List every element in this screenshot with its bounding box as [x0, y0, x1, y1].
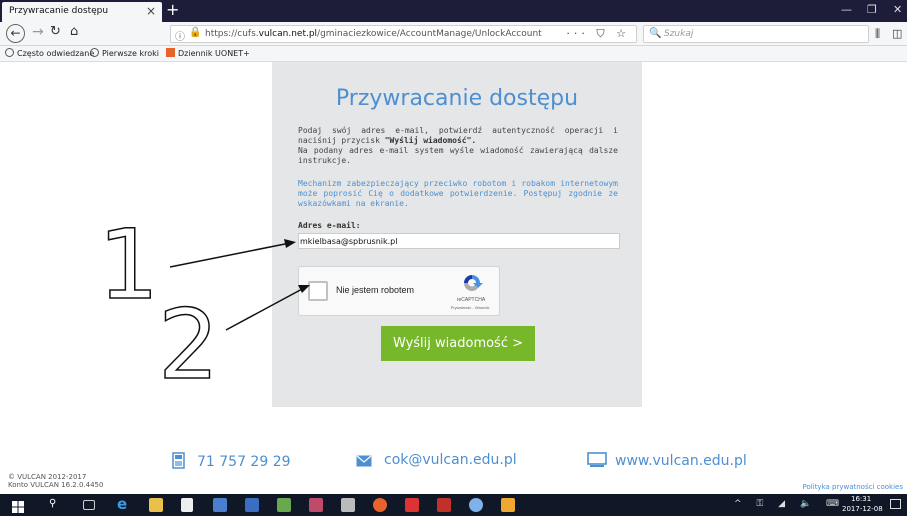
- recaptcha-widget: Nie jestem robotem reCAPTCHA Prywatność …: [298, 266, 500, 316]
- recaptcha-brand: reCAPTCHA: [456, 297, 486, 303]
- browser-tab-bar: Przywracanie dostępu × + — ❐ ✕: [0, 0, 907, 22]
- sidebar-icon[interactable]: ◫: [892, 27, 902, 40]
- forward-icon[interactable]: →: [32, 24, 44, 40]
- uonet-icon: [166, 48, 175, 57]
- envelope-icon: [356, 455, 372, 467]
- app-icon-6[interactable]: [469, 498, 483, 512]
- back-icon[interactable]: ←: [6, 24, 25, 43]
- intro-text: Podaj swój adres e-mail, potwierdź auten…: [298, 126, 618, 165]
- search-input[interactable]: 🔍 Szukaj: [643, 25, 869, 43]
- info-icon[interactable]: ⓘ: [175, 28, 185, 43]
- search-placeholder: Szukaj: [664, 29, 694, 39]
- unlock-account-panel: Przywracanie dostępu Podaj swój adres e-…: [272, 62, 642, 407]
- app-icon-3[interactable]: [277, 498, 291, 512]
- calculator-icon[interactable]: [341, 498, 355, 512]
- close-window-icon[interactable]: ✕: [893, 3, 902, 16]
- firefox-taskbar-icon[interactable]: [373, 498, 387, 512]
- search-icon: 🔍: [649, 28, 662, 39]
- page-title: Przywracanie dostępu: [335, 86, 579, 111]
- bookmark-pierwsze-kroki[interactable]: Pierwsze kroki: [90, 48, 159, 58]
- phone-contact: 71 757 29 29: [172, 452, 291, 470]
- lock-icon: 🔒: [189, 27, 202, 38]
- annotation-number-1: 1: [98, 209, 159, 321]
- tab-title: Przywracanie dostępu: [9, 6, 109, 16]
- annotation-number-2: 2: [158, 289, 219, 401]
- captcha-note: Mechanizm zabezpieczający przeciwko robo…: [298, 179, 618, 208]
- phone-icon: [172, 452, 185, 469]
- email-label: Adres e-mail:: [298, 221, 361, 230]
- clock-time[interactable]: 16:31: [851, 495, 871, 503]
- browser-nav-bar: ← → ↻ ⌂ ⓘ 🔒 https://cufs.vulcan.net.pl/g…: [0, 22, 907, 46]
- clock-date[interactable]: 2017-12-08: [842, 505, 883, 513]
- privacy-cookies-link[interactable]: Polityka prywatności cookies: [803, 483, 903, 491]
- bookmark-dziennik-uonet[interactable]: Dziennik UONET+: [166, 48, 250, 58]
- app-icon-1[interactable]: [213, 498, 227, 512]
- copyright: © VULCAN 2012-2017 Konto VULCAN 16.2.0.4…: [8, 473, 104, 489]
- monitor-icon: [587, 452, 607, 467]
- recaptcha-logo-icon: [464, 275, 483, 291]
- url-text: https://cufs.vulcan.net.pl/gminaciezkowi…: [205, 29, 542, 39]
- taskbar-search-icon[interactable]: ⚲: [49, 498, 63, 512]
- recaptcha-label: Nie jestem robotem: [336, 285, 415, 295]
- app-icon-7[interactable]: [501, 498, 515, 512]
- library-icon[interactable]: ⫼: [875, 27, 880, 41]
- minimize-icon[interactable]: —: [841, 3, 852, 16]
- filezilla-icon[interactable]: [437, 498, 451, 512]
- restore-icon[interactable]: ❐: [867, 3, 877, 16]
- windows-start-icon[interactable]: [12, 498, 26, 513]
- firefox-icon: [90, 48, 99, 57]
- app-icon-4[interactable]: [309, 498, 323, 512]
- recaptcha-checkbox[interactable]: [308, 281, 328, 301]
- send-message-button[interactable]: Wyślij wiadomość >: [381, 326, 535, 361]
- app-icon-5[interactable]: [405, 498, 419, 512]
- bookmark-czesto-odwiedzane[interactable]: Często odwiedzane: [5, 48, 94, 58]
- taskbar: ⚲ e ^ ⚿ ◢ 🔈 ⌨ 16:31 2017-12-08: [0, 494, 907, 516]
- reload-icon[interactable]: ↻: [50, 24, 61, 39]
- task-view-icon[interactable]: [83, 500, 95, 510]
- address-bar[interactable]: ⓘ 🔒 https://cufs.vulcan.net.pl/gminaciez…: [170, 25, 637, 43]
- email-contact[interactable]: cok@vulcan.edu.pl: [356, 452, 517, 468]
- notifications-icon[interactable]: [890, 499, 901, 509]
- file-explorer-icon[interactable]: [149, 498, 163, 512]
- close-tab-icon[interactable]: ×: [146, 4, 156, 18]
- page-content: Przywracanie dostępu Podaj swój adres e-…: [0, 62, 907, 494]
- website-contact[interactable]: www.vulcan.edu.pl: [587, 452, 747, 469]
- system-tray[interactable]: ^ ⚿ ◢ 🔈 ⌨: [734, 499, 845, 509]
- gear-icon: [5, 48, 14, 57]
- home-icon[interactable]: ⌂: [70, 24, 78, 39]
- page-actions-icon[interactable]: ··· ⛉ ☆: [566, 27, 630, 41]
- bookmarks-bar: Często odwiedzane Pierwsze kroki Dzienni…: [0, 46, 907, 62]
- recaptcha-links[interactable]: Prywatność - Warunki: [437, 305, 503, 310]
- browser-tab[interactable]: Przywracanie dostępu ×: [2, 2, 162, 22]
- email-field[interactable]: [298, 233, 620, 249]
- store-icon[interactable]: [181, 498, 193, 512]
- new-tab-icon[interactable]: +: [166, 0, 179, 19]
- edge-icon[interactable]: e: [117, 495, 131, 513]
- app-icon-2[interactable]: [245, 498, 259, 512]
